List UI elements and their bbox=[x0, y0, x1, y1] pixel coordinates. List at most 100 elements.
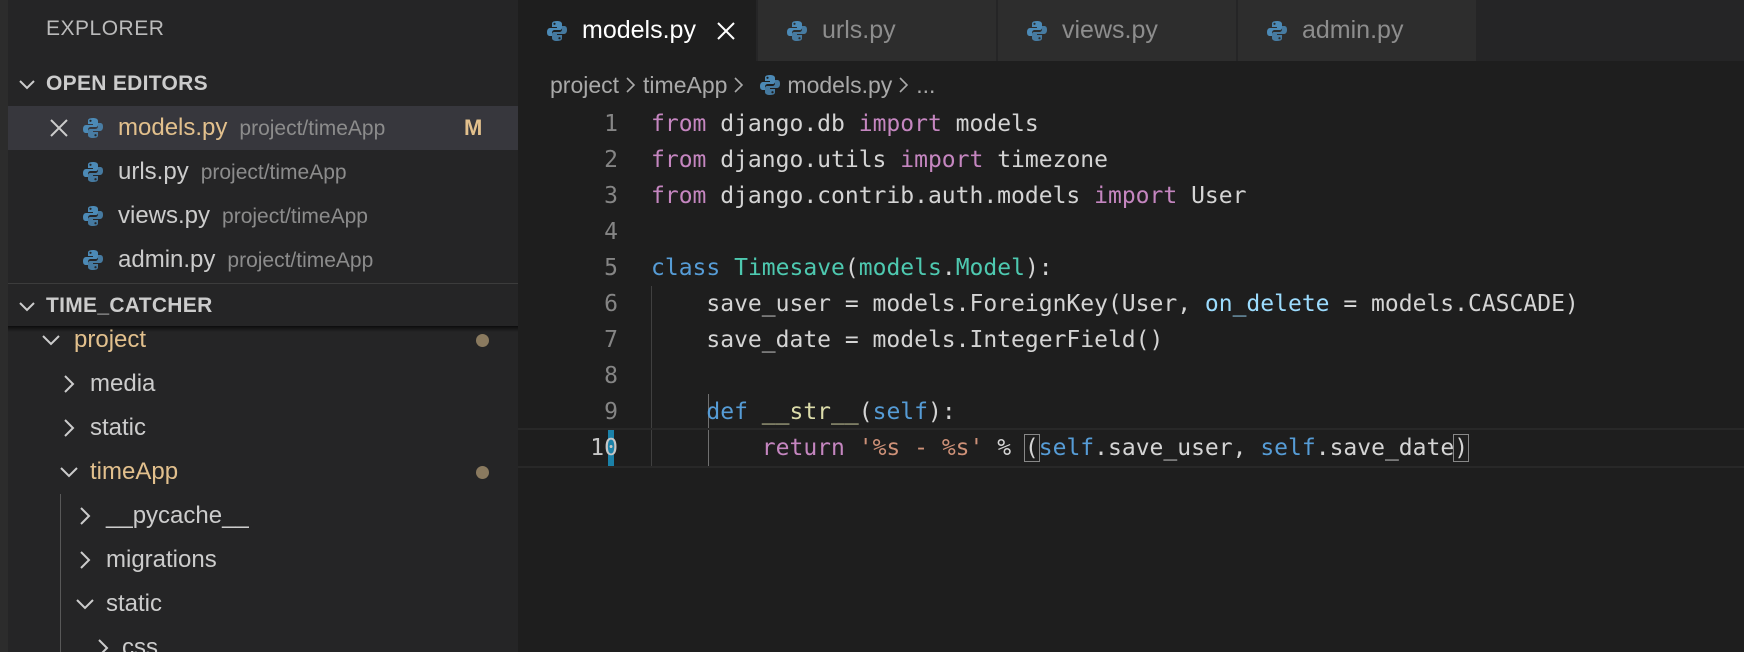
close-icon[interactable] bbox=[46, 115, 72, 141]
activity-bar-edge bbox=[0, 0, 8, 652]
breadcrumb-item-symbol[interactable]: ... bbox=[916, 72, 935, 99]
code-editor[interactable]: 1 from django.db import models 2 from dj… bbox=[518, 106, 1744, 652]
tree-label: static bbox=[106, 590, 163, 617]
code-text: from django.db import models bbox=[651, 111, 1039, 137]
code-line[interactable]: 2 from django.utils import timezone bbox=[518, 142, 1744, 178]
chevron-down-icon bbox=[8, 296, 46, 316]
breadcrumb-item-file[interactable]: models.py bbox=[787, 72, 892, 99]
tree-folder-static-inner[interactable]: static bbox=[8, 582, 518, 626]
code-line[interactable]: 5 class Timesave(models.Model): bbox=[518, 250, 1744, 286]
tree-folder-media[interactable]: media bbox=[8, 362, 518, 406]
tree-label: css bbox=[122, 634, 158, 652]
tree-label: migrations bbox=[106, 546, 217, 573]
line-number: 8 bbox=[604, 363, 618, 389]
chevron-right-icon bbox=[619, 76, 643, 94]
python-file-icon bbox=[82, 205, 104, 227]
tree-label: timeApp bbox=[90, 458, 179, 485]
chevron-right-icon bbox=[92, 637, 114, 652]
code-text: save_user = models.ForeignKey(User, on_d… bbox=[651, 291, 1579, 317]
code-line-current[interactable]: 10 return '%s - %s' % (self.save_user, s… bbox=[518, 428, 1744, 468]
python-file-icon bbox=[1266, 20, 1288, 42]
tab-models[interactable]: models.py bbox=[518, 0, 757, 61]
file-name: admin.py bbox=[118, 246, 216, 273]
code-text: return '%s - %s' % (self.save_user, self… bbox=[761, 434, 1470, 462]
line-number: 7 bbox=[604, 327, 618, 353]
chevron-right-icon bbox=[727, 76, 751, 94]
file-path: project/timeApp bbox=[239, 117, 386, 140]
python-file-icon bbox=[82, 117, 104, 139]
line-number: 9 bbox=[604, 399, 618, 425]
chevron-right-icon bbox=[892, 76, 916, 94]
tree-folder-migrations[interactable]: migrations bbox=[8, 538, 518, 582]
breadcrumb-item-timeapp[interactable]: timeApp bbox=[643, 72, 727, 99]
python-file-icon bbox=[82, 161, 104, 183]
python-file-icon bbox=[1026, 20, 1048, 42]
code-line[interactable]: 6 save_user = models.ForeignKey(User, on… bbox=[518, 286, 1744, 322]
breadcrumb-item-project[interactable]: project bbox=[550, 72, 619, 99]
code-text: from django.utils import timezone bbox=[651, 147, 1108, 173]
line-number: 5 bbox=[604, 255, 618, 281]
open-editor-entry: urls.py project/timeApp bbox=[118, 158, 347, 186]
tree-label: project bbox=[74, 326, 147, 353]
tab-label: views.py bbox=[1062, 16, 1158, 44]
chevron-down-icon bbox=[58, 461, 80, 483]
open-editor-views[interactable]: views.py project/timeApp bbox=[8, 194, 518, 238]
workspace-label: TIME_CATCHER bbox=[46, 293, 213, 317]
line-number: 10 bbox=[590, 435, 618, 461]
code-line[interactable]: 7 save_date = models.IntegerField() bbox=[518, 322, 1744, 358]
breadcrumb: project timeApp models.py ... bbox=[550, 68, 935, 102]
open-editor-entry: models.py project/timeApp bbox=[118, 114, 385, 142]
close-icon[interactable] bbox=[713, 18, 739, 44]
open-editor-admin[interactable]: admin.py project/timeApp bbox=[8, 238, 518, 282]
file-name: urls.py bbox=[118, 158, 189, 185]
modified-dot bbox=[476, 465, 489, 479]
tree-folder-project[interactable]: project bbox=[8, 318, 518, 362]
chevron-right-icon bbox=[74, 549, 96, 571]
explorer-title: EXPLORER bbox=[46, 17, 165, 40]
code-line[interactable]: 4 bbox=[518, 214, 1744, 250]
code-line[interactable]: 8 bbox=[518, 358, 1744, 394]
line-number: 3 bbox=[604, 183, 618, 209]
chevron-right-icon bbox=[58, 417, 80, 439]
open-editor-models[interactable]: models.py project/timeApp M bbox=[8, 106, 518, 150]
open-editors-label: OPEN EDITORS bbox=[46, 72, 208, 95]
open-editor-urls[interactable]: urls.py project/timeApp bbox=[8, 150, 518, 194]
code-text: def __str__(self): bbox=[706, 399, 956, 425]
python-file-icon bbox=[546, 20, 568, 42]
tree-folder-timeapp[interactable]: timeApp bbox=[8, 450, 518, 494]
file-name: models.py bbox=[118, 114, 228, 141]
code-line[interactable]: 9 def __str__(self): bbox=[518, 394, 1744, 430]
chevron-down-icon bbox=[40, 329, 62, 351]
tree-label: __pycache__ bbox=[106, 502, 249, 529]
line-number: 4 bbox=[604, 219, 618, 245]
tree-folder-css[interactable]: css bbox=[8, 626, 518, 652]
tab-label: models.py bbox=[582, 16, 696, 44]
line-number: 6 bbox=[604, 291, 618, 317]
python-file-icon bbox=[759, 74, 781, 96]
tab-views[interactable]: views.py bbox=[998, 0, 1237, 61]
chevron-right-icon bbox=[58, 373, 80, 395]
open-editors-header[interactable]: OPEN EDITORS bbox=[8, 62, 518, 106]
code-line[interactable]: 1 from django.db import models bbox=[518, 106, 1744, 142]
modified-dot bbox=[476, 333, 489, 347]
line-number: 1 bbox=[604, 111, 618, 137]
line-number: 2 bbox=[604, 147, 618, 173]
tree-folder-static[interactable]: static bbox=[8, 406, 518, 450]
python-file-icon bbox=[82, 249, 104, 271]
file-name: views.py bbox=[118, 202, 211, 229]
code-line[interactable]: 3 from django.contrib.auth.models import… bbox=[518, 178, 1744, 214]
python-file-icon bbox=[786, 20, 808, 42]
editor-tab-bar: models.py urls.py views.py admin.py bbox=[518, 0, 1744, 61]
tab-urls[interactable]: urls.py bbox=[758, 0, 997, 61]
file-path: project/timeApp bbox=[222, 205, 368, 228]
open-editor-entry: views.py project/timeApp bbox=[118, 202, 368, 230]
modified-badge: M bbox=[464, 115, 483, 140]
chevron-down-icon bbox=[74, 593, 96, 615]
tree-label: static bbox=[90, 414, 147, 441]
chevron-right-icon bbox=[74, 505, 96, 527]
tab-admin[interactable]: admin.py bbox=[1238, 0, 1477, 61]
explorer-sidebar: EXPLORER OPEN EDITORS models.py project/t… bbox=[0, 0, 518, 652]
file-path: project/timeApp bbox=[200, 161, 347, 184]
tree-folder-pycache[interactable]: __pycache__ bbox=[8, 494, 518, 538]
tree-label: media bbox=[90, 370, 156, 397]
